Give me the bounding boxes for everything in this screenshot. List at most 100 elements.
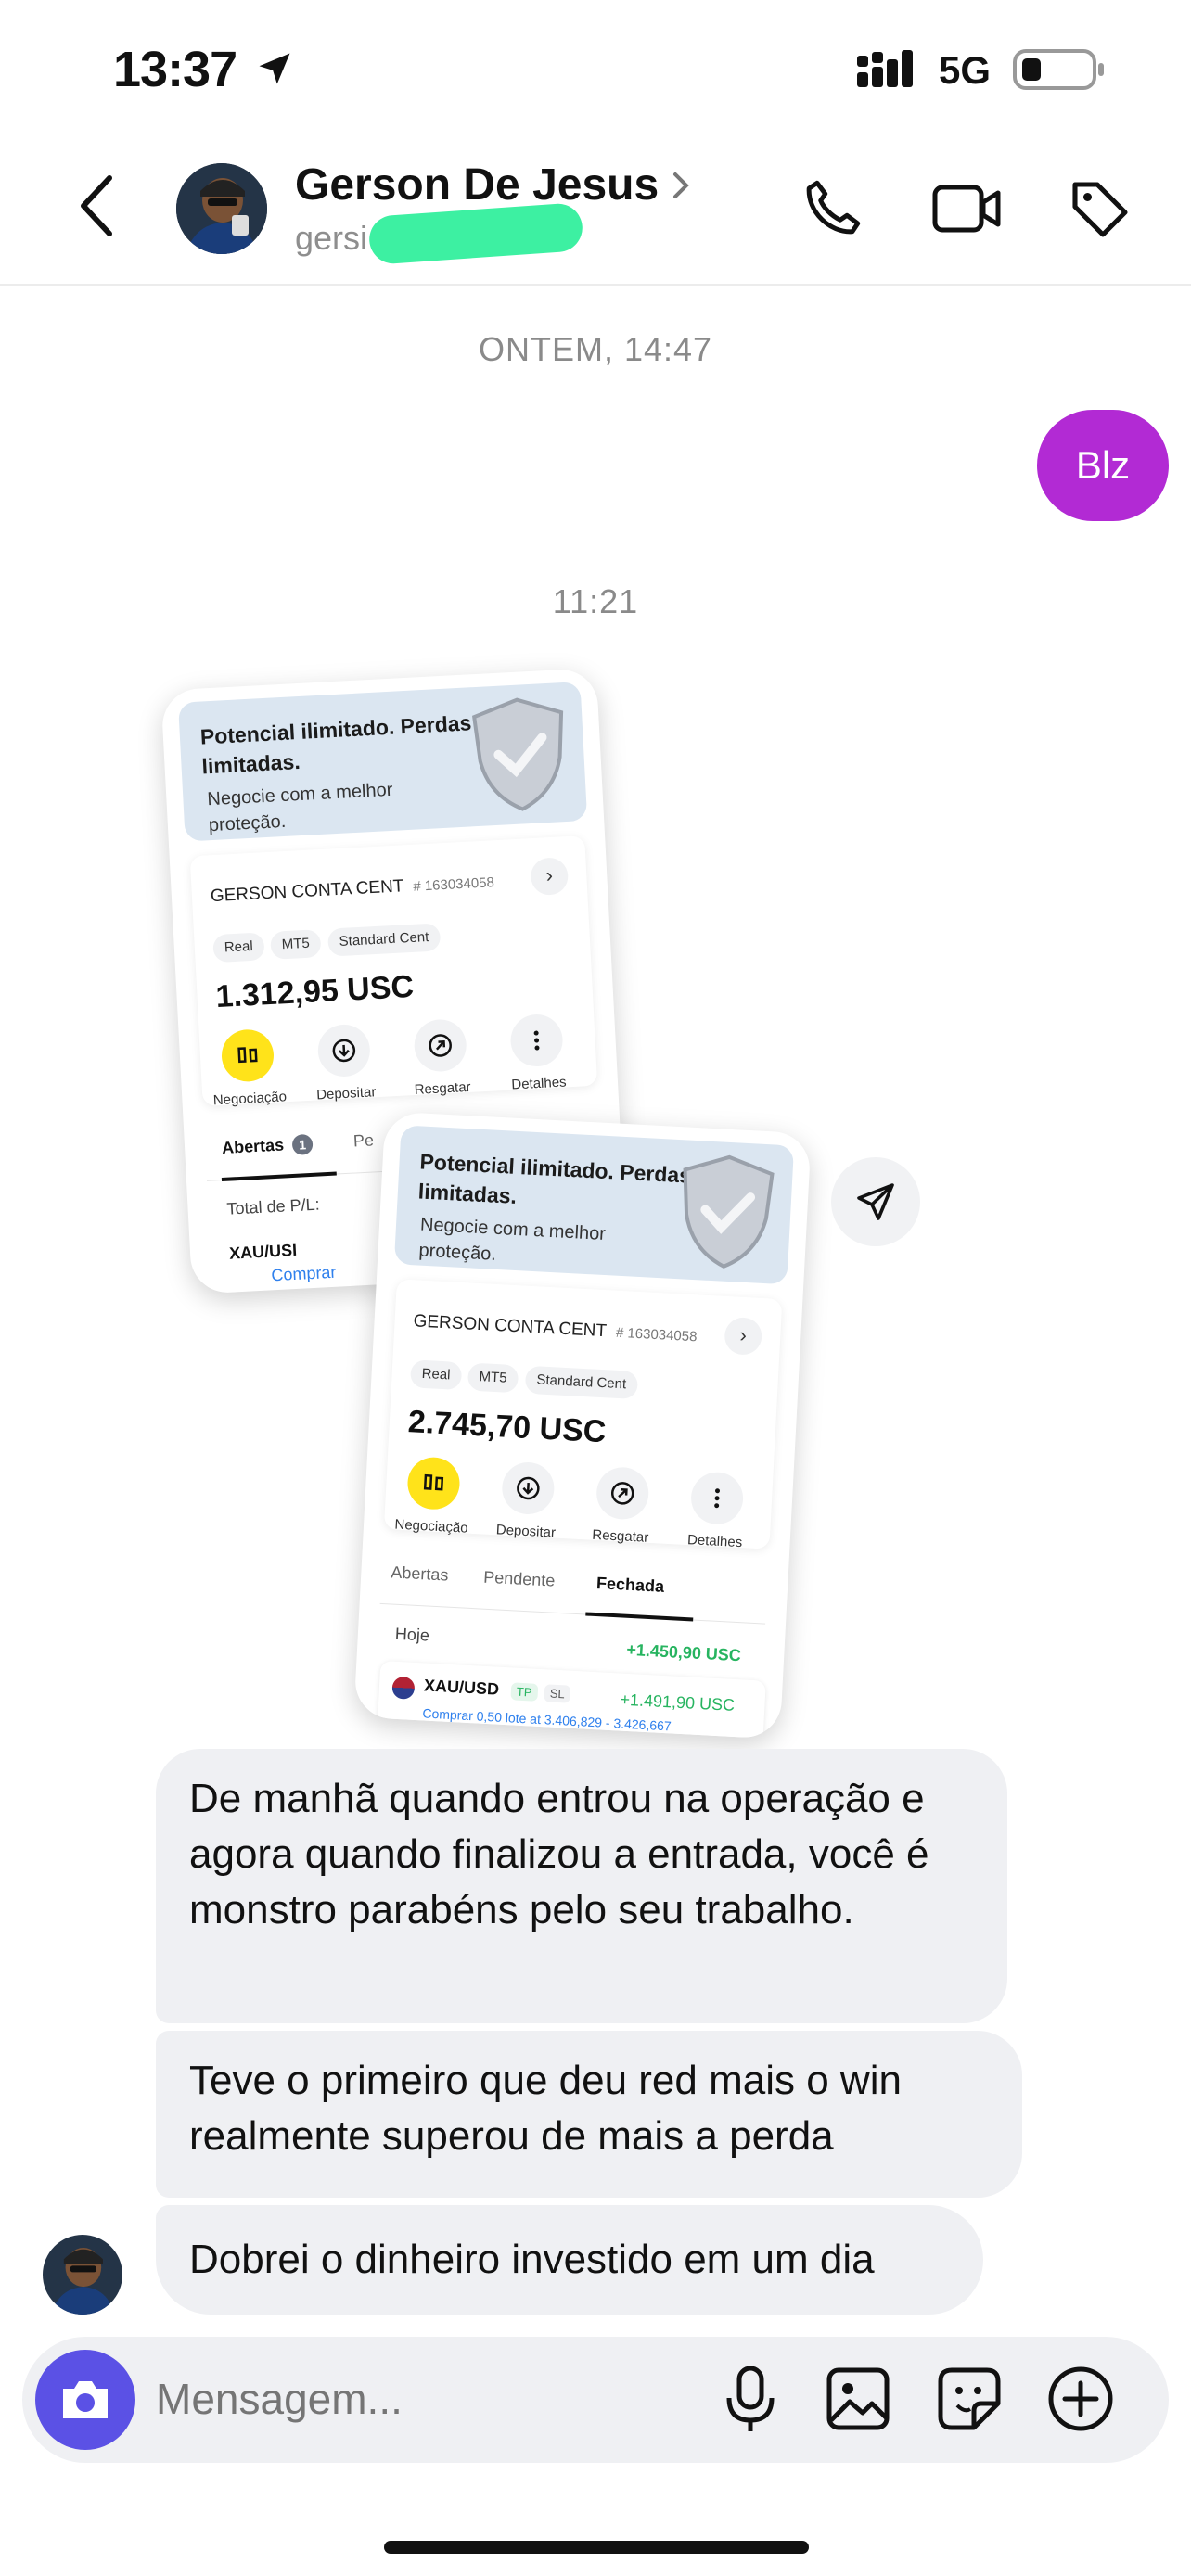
tab-pending: Pendente xyxy=(482,1567,556,1590)
redaction-mark xyxy=(367,202,584,265)
today-total: +1.450,90 USC xyxy=(625,1639,742,1665)
tab-pending-partial: Pe xyxy=(352,1130,375,1151)
more-vertical-icon xyxy=(509,1013,564,1068)
action-label: Detalhes xyxy=(510,1074,567,1093)
promo-subtitle: Negocie com a melhor proteção. xyxy=(206,779,393,836)
account-number: # 163034058 xyxy=(412,874,495,895)
network-label: 5G xyxy=(939,48,992,92)
shield-icon xyxy=(672,1149,781,1275)
flag-icon xyxy=(391,1676,416,1700)
account-panel: GERSON CONTA CENT # 163034058 › Real MT5 … xyxy=(189,835,598,1109)
promo-subtitle: Negocie com a melhor proteção. xyxy=(418,1214,607,1265)
action-deposit: Depositar xyxy=(301,1023,388,1104)
symbol-name: XAU/USI xyxy=(228,1240,298,1263)
shield-icon xyxy=(466,692,574,818)
action-deposit: Depositar xyxy=(484,1460,571,1542)
share-button[interactable] xyxy=(831,1157,920,1246)
action-label: Depositar xyxy=(495,1522,557,1541)
signal-icon xyxy=(857,48,922,89)
symbol-name: XAU/USD xyxy=(423,1676,500,1699)
contact-name[interactable]: Gerson De Jesus xyxy=(295,159,659,210)
video-camera-icon[interactable] xyxy=(931,178,1002,239)
image-icon[interactable] xyxy=(826,2366,890,2431)
chevron-right-icon xyxy=(670,169,692,202)
action-withdraw: Resgatar xyxy=(397,1017,484,1099)
action-withdraw: Resgatar xyxy=(578,1465,665,1547)
tab-open: Abertas 1 xyxy=(222,1133,314,1159)
received-message-bubble[interactable]: Teve o primeiro que deu red mais o win r… xyxy=(156,2031,1022,2198)
account-panel: GERSON CONTA CENT # 163034058 › Real MT5 … xyxy=(383,1279,783,1551)
chevron-right-icon: › xyxy=(530,857,570,897)
action-details: Detalhes xyxy=(493,1013,581,1094)
plus-icon[interactable] xyxy=(1046,2365,1115,2433)
tab-open: Abertas xyxy=(390,1562,449,1585)
arrow-up-right-circle-icon xyxy=(595,1465,650,1521)
arrow-up-right-circle-icon xyxy=(413,1018,468,1073)
position-row: XAU/USD TP SL +1.491,90 USC Comprar 0,50… xyxy=(377,1660,766,1740)
phone-icon[interactable] xyxy=(800,176,864,241)
received-message-text: De manhã quando entrou na operação e ago… xyxy=(189,1776,929,1932)
camera-button[interactable] xyxy=(35,2350,135,2450)
chevron-right-icon: › xyxy=(724,1316,763,1356)
tp-badge: TP xyxy=(510,1682,538,1702)
download-circle-icon xyxy=(500,1460,556,1516)
received-message-text: Teve o primeiro que deu red mais o win r… xyxy=(189,2058,902,2159)
tab-closed: Fechada xyxy=(596,1574,665,1596)
action-label: Resgatar xyxy=(414,1078,471,1099)
account-tag: MT5 xyxy=(270,929,322,960)
sticker-icon[interactable] xyxy=(937,2366,1002,2431)
battery-icon xyxy=(1013,48,1106,91)
action-details: Detalhes xyxy=(672,1470,760,1551)
received-message-bubble[interactable]: De manhã quando entrou na operação e ago… xyxy=(156,1749,1007,2023)
buy-link: Comprar xyxy=(270,1262,337,1285)
timestamp-yesterday: ONTEM, 14:47 xyxy=(478,330,713,368)
account-tag: Real xyxy=(212,932,265,963)
tab-underline xyxy=(221,1171,337,1182)
account-number: # 163034058 xyxy=(615,1324,698,1345)
account-balance: 1.312,95 USC xyxy=(214,968,415,1015)
symbol-pl: +1.491,90 USC xyxy=(620,1690,736,1715)
candlestick-icon xyxy=(220,1027,275,1083)
microphone-icon[interactable] xyxy=(722,2365,779,2435)
account-tag: Real xyxy=(409,1359,463,1391)
contact-username: gersi xyxy=(295,219,368,257)
message-input[interactable] xyxy=(156,2374,675,2424)
home-indicator xyxy=(384,2541,809,2554)
paper-plane-icon xyxy=(853,1180,898,1224)
action-trade: Negociação xyxy=(390,1455,477,1537)
action-label: Negociação xyxy=(394,1516,469,1537)
sl-badge: SL xyxy=(544,1684,571,1703)
back-arrow-icon[interactable] xyxy=(74,172,119,239)
account-tag: Standard Cent xyxy=(524,1365,638,1400)
today-label: Hoje xyxy=(394,1624,430,1645)
action-label: Detalhes xyxy=(686,1532,743,1551)
camera-icon xyxy=(58,2376,113,2424)
total-pl-label: Total de P/L: xyxy=(226,1194,321,1218)
promo-title: Potencial ilimitado. Perdas limitadas. xyxy=(417,1149,692,1208)
sent-message-text: Blz xyxy=(1075,443,1131,487)
sent-message-bubble[interactable]: Blz xyxy=(1037,410,1169,521)
contact-avatar[interactable] xyxy=(176,163,267,254)
open-count-badge: 1 xyxy=(291,1133,314,1155)
tab-underline xyxy=(585,1612,694,1622)
promo-title: Potencial ilimitado. Perdas limitadas. xyxy=(199,710,472,779)
account-name: GERSON CONTA CENT xyxy=(413,1311,608,1342)
account-tag: MT5 xyxy=(467,1362,519,1394)
sender-avatar[interactable] xyxy=(43,2235,122,2315)
status-time: 13:37 xyxy=(113,42,237,97)
received-message-bubble[interactable]: Dobrei o dinheiro investido em um dia xyxy=(156,2205,983,2315)
location-arrow-icon xyxy=(254,48,295,89)
promo-banner: Potencial ilimitado. Perdas limitadas. N… xyxy=(393,1125,795,1285)
action-label: Depositar xyxy=(315,1084,377,1103)
account-balance: 2.745,70 USC xyxy=(406,1404,608,1450)
tag-icon[interactable] xyxy=(1067,176,1133,243)
shared-screenshot-2[interactable]: Potencial ilimitado. Perdas limitadas. N… xyxy=(353,1111,812,1740)
candlestick-icon xyxy=(406,1456,461,1511)
positions-tabs: Abertas Pendente Fechada xyxy=(379,1547,769,1625)
action-label: Negociação xyxy=(212,1089,288,1109)
more-vertical-icon xyxy=(689,1471,745,1526)
action-label: Resgatar xyxy=(591,1526,649,1546)
action-trade: Negociação xyxy=(205,1027,292,1109)
header-divider xyxy=(0,284,1191,286)
received-message-text: Dobrei o dinheiro investido em um dia xyxy=(189,2237,875,2282)
